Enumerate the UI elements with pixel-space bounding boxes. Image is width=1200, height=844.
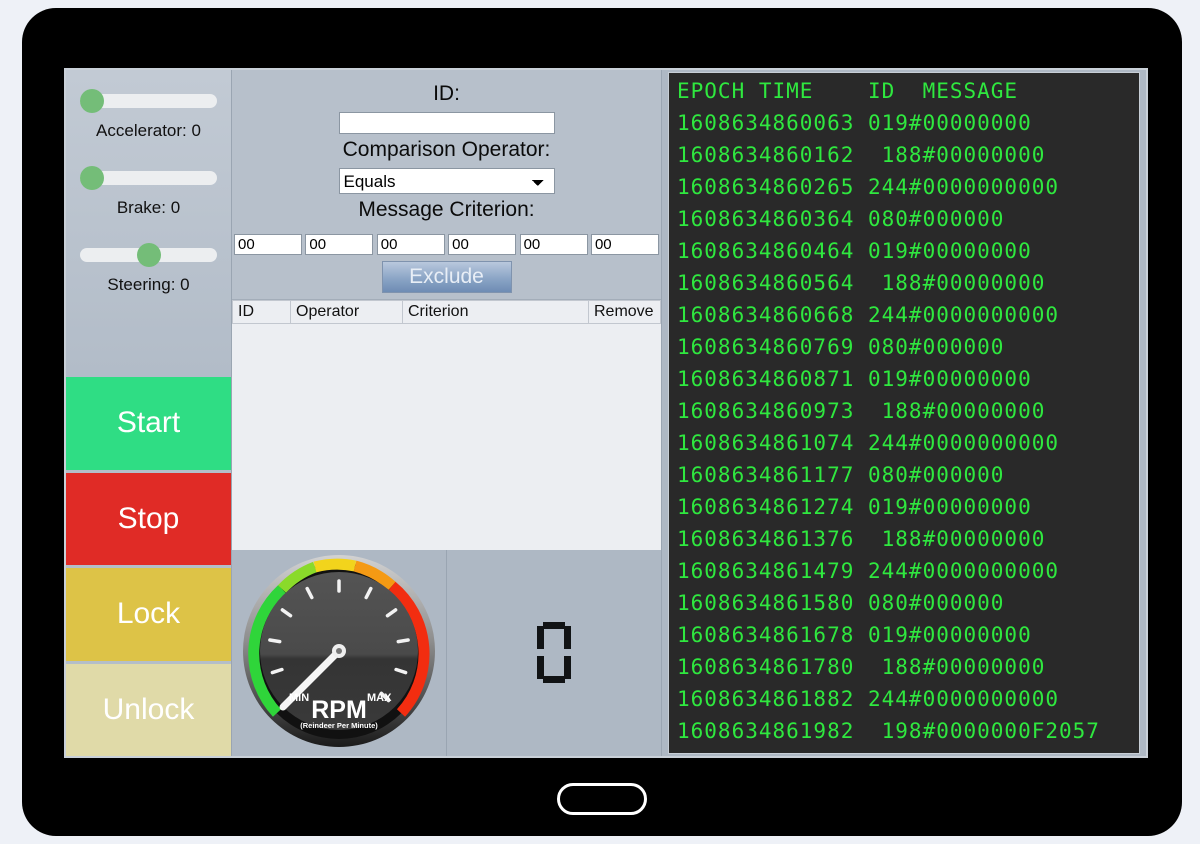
- tablet-bezel: Accelerator: 0 Brake: 0 Steering: 0 Star…: [22, 8, 1182, 836]
- segment-d: [543, 676, 565, 683]
- criterion-byte-5[interactable]: [590, 234, 659, 255]
- can-message-log[interactable]: EPOCH TIME ID MESSAGE 1608634860063 019#…: [668, 72, 1140, 754]
- vehicle-controls-column: Accelerator: 0 Brake: 0 Steering: 0 Star…: [66, 70, 232, 756]
- gauge-and-digit-panels: MIN MAX RPM (Reindeer Per Minute): [232, 550, 661, 756]
- seven-segment-digit: [537, 622, 571, 684]
- log-line: 1608634861376 188#00000000: [677, 527, 1046, 551]
- seven-segment-display-panel: [447, 550, 661, 756]
- log-line: 1608634860871 019#00000000: [677, 367, 1032, 391]
- gauge-max-label: MAX: [367, 692, 392, 704]
- column-header-criterion: Criterion: [402, 300, 589, 324]
- steering-label: Steering: 0: [107, 275, 190, 294]
- log-line: 1608634860464 019#00000000: [677, 239, 1032, 263]
- log-header-row: EPOCH TIME ID MESSAGE: [677, 79, 1019, 103]
- filter-column: ID: Comparison Operator: Equals Message …: [232, 70, 662, 756]
- column-header-id: ID: [232, 300, 291, 324]
- segment-c: [564, 656, 571, 679]
- message-criterion-label: Message Criterion:: [358, 198, 535, 221]
- sliders-panel: Accelerator: 0 Brake: 0 Steering: 0: [66, 70, 231, 377]
- steering-slider-thumb[interactable]: [136, 243, 161, 267]
- log-line: 1608634861177 080#000000: [677, 463, 1005, 487]
- stop-button[interactable]: Stop: [66, 472, 231, 565]
- tablet-screen: Accelerator: 0 Brake: 0 Steering: 0 Star…: [64, 68, 1148, 758]
- log-line: 1608634861479 244#0000000000: [677, 559, 1060, 583]
- accelerator-label: Accelerator: 0: [96, 121, 201, 140]
- segment-b: [564, 626, 571, 649]
- criteria-table: ID Operator Criterion Remove: [232, 300, 661, 324]
- log-line: 1608634861580 080#000000: [677, 591, 1005, 615]
- home-button[interactable]: [557, 783, 647, 815]
- log-line: 1608634861882 244#0000000000: [677, 687, 1060, 711]
- gauge-subtitle: (Reindeer Per Minute): [300, 721, 378, 730]
- segment-f: [537, 626, 544, 649]
- accelerator-slider[interactable]: [80, 89, 217, 113]
- start-button[interactable]: Start: [66, 377, 231, 470]
- column-header-remove: Remove: [588, 300, 661, 324]
- lock-button[interactable]: Lock: [66, 568, 231, 661]
- log-line: 1608634860265 244#0000000000: [677, 175, 1060, 199]
- steering-slider[interactable]: [80, 243, 217, 267]
- message-filter-form: ID: Comparison Operator: Equals Message …: [232, 70, 661, 300]
- criterion-byte-1[interactable]: [305, 234, 374, 255]
- accelerator-slider-group: Accelerator: 0: [76, 89, 221, 141]
- log-line: 1608634860063 019#00000000: [677, 111, 1032, 135]
- accelerator-slider-thumb[interactable]: [80, 89, 104, 113]
- can-log-column: EPOCH TIME ID MESSAGE 1608634860063 019#…: [662, 70, 1146, 756]
- table-header-row: ID Operator Criterion Remove: [232, 300, 661, 324]
- log-line: 1608634860973 188#00000000: [677, 399, 1046, 423]
- id-field-label: ID:: [433, 82, 460, 105]
- log-line: 1608634861780 188#00000000: [677, 655, 1046, 679]
- brake-slider-group: Brake: 0: [76, 166, 221, 218]
- log-line: 1608634861274 019#00000000: [677, 495, 1032, 519]
- comparison-operator-select[interactable]: Equals: [338, 168, 555, 194]
- log-line: 1608634860364 080#000000: [677, 207, 1005, 231]
- criterion-byte-0[interactable]: [234, 234, 302, 255]
- log-line: 1608634860668 244#0000000000: [677, 303, 1060, 327]
- unlock-button[interactable]: Unlock: [66, 663, 231, 756]
- brake-slider-thumb[interactable]: [80, 166, 104, 190]
- log-line: 1608634860162 188#00000000: [677, 143, 1046, 167]
- steering-slider-group: Steering: 0: [76, 243, 221, 295]
- criterion-byte-2[interactable]: [376, 234, 445, 255]
- id-input[interactable]: [338, 112, 555, 134]
- gauge-min-label: MIN: [289, 692, 309, 704]
- message-criterion-bytes: [232, 228, 661, 259]
- log-line: 1608634860769 080#000000: [677, 335, 1005, 359]
- criterion-byte-3[interactable]: [448, 234, 517, 255]
- brake-slider[interactable]: [80, 166, 217, 190]
- log-line: 1608634861074 244#0000000000: [677, 431, 1060, 455]
- segment-a: [543, 622, 565, 629]
- rpm-gauge-icon: MIN MAX RPM (Reindeer Per Minute): [243, 555, 435, 747]
- comparison-operator-label: Comparison Operator:: [342, 138, 551, 161]
- criteria-table-container: ID Operator Criterion Remove: [232, 300, 661, 550]
- rpm-gauge-panel: MIN MAX RPM (Reindeer Per Minute): [232, 550, 447, 756]
- criterion-byte-4[interactable]: [519, 234, 588, 255]
- column-header-operator: Operator: [290, 300, 403, 324]
- log-line: 1608634860564 188#00000000: [677, 271, 1046, 295]
- log-line: 1608634861982 198#0000000F2057: [677, 719, 1100, 743]
- log-lines: 1608634860063 019#00000000 1608634860162 …: [677, 107, 1139, 747]
- exclude-button[interactable]: Exclude: [381, 261, 512, 293]
- gauge-title: RPM: [311, 696, 367, 724]
- brake-label: Brake: 0: [116, 198, 181, 217]
- log-line: 1608634861678 019#00000000: [677, 623, 1032, 647]
